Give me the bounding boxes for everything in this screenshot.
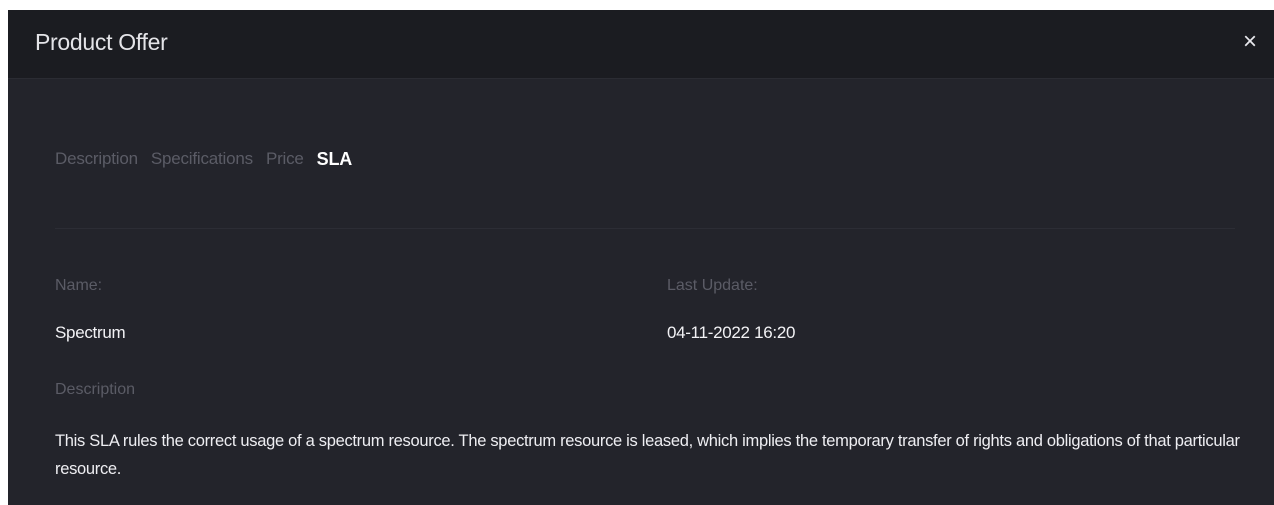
last-update-label: Last Update: bbox=[667, 277, 758, 294]
description-text: This SLA rules the correct usage of a sp… bbox=[55, 432, 1240, 478]
tab-sla[interactable]: SLA bbox=[317, 149, 353, 170]
tab-bar: Description Specifications Price SLA bbox=[55, 149, 365, 170]
tab-specifications[interactable]: Specifications bbox=[151, 149, 253, 170]
modal-header: Product Offer × bbox=[8, 10, 1274, 79]
tab-price[interactable]: Price bbox=[266, 149, 304, 170]
name-label: Name: bbox=[55, 277, 103, 294]
tab-description[interactable]: Description bbox=[55, 149, 138, 170]
close-icon[interactable]: × bbox=[1238, 30, 1262, 55]
last-update-value: 04-11-2022 16:20 bbox=[667, 323, 796, 342]
product-offer-modal: Product Offer × Description Specificatio… bbox=[8, 10, 1274, 505]
description-label: Description bbox=[55, 381, 136, 398]
name-value: Spectrum bbox=[55, 323, 126, 342]
modal-title: Product Offer bbox=[35, 29, 168, 55]
divider bbox=[55, 228, 1235, 229]
